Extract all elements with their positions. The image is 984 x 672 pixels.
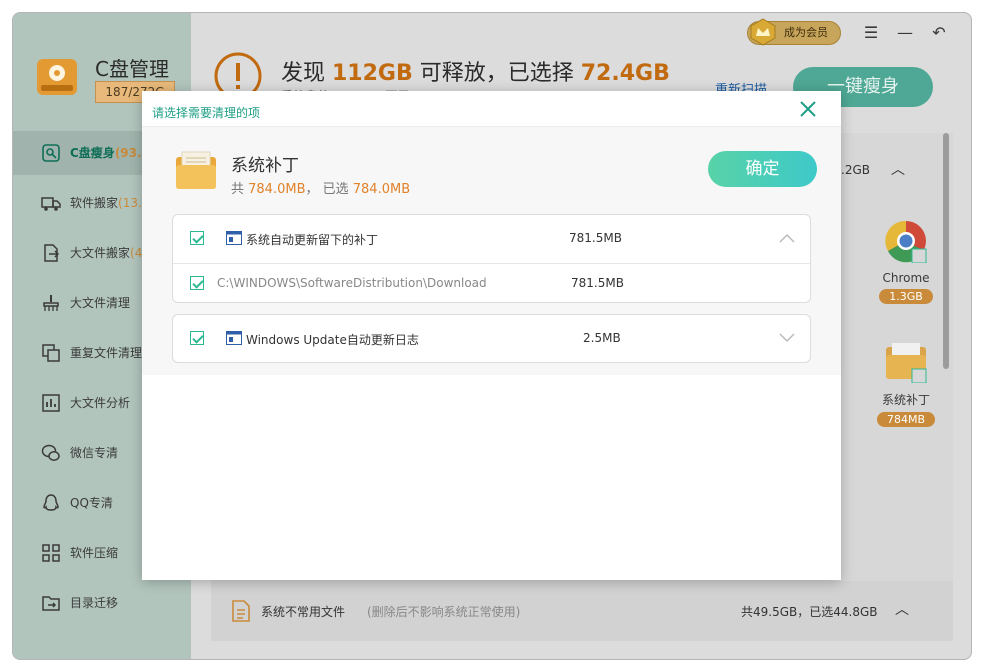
minimize-icon[interactable]: — (893, 21, 917, 45)
dialog-header: 请选择需要清理的项 (142, 91, 841, 127)
group-header-row[interactable]: Windows Update自动更新日志 2.5MB (173, 315, 810, 363)
document-icon (232, 600, 250, 622)
crown-icon (750, 18, 776, 46)
app-size-badge: 1.3GB (879, 289, 933, 304)
sidebar-item-label: 大文件清理 (70, 296, 131, 310)
group-size: 2.5MB (583, 331, 621, 345)
wechat-icon (41, 444, 60, 461)
row-summary: 共49.5GB，已选44.8GB (741, 605, 878, 619)
scan-headline: 发现 112GB 可释放，已选择 72.4GB (281, 61, 670, 86)
patch-summary: 共 784.0MB， 已选 784.0MB (231, 182, 411, 197)
path-size: 781.5MB (571, 276, 624, 290)
brush-icon (43, 295, 59, 311)
group-header-row[interactable]: 系统自动更新留下的补丁 781.5MB (173, 215, 810, 263)
window-icon (226, 331, 242, 345)
sidebar-item-label: 大文件搬家 (70, 246, 131, 260)
back-icon[interactable]: ↶ (927, 21, 951, 45)
row-note: (删除后不影响系统正常使用) (367, 605, 521, 619)
sidebar-item-label: 软件搬家 (70, 196, 119, 210)
checkbox[interactable] (190, 276, 204, 290)
unused-files-row[interactable]: 系统不常用文件 (删除后不影响系统正常使用) 共49.5GB，已选44.8GB … (211, 581, 953, 641)
copy-icon (42, 344, 60, 362)
row-title: 系统不常用文件 (261, 605, 346, 619)
sidebar-item-label: 微信专清 (70, 446, 119, 460)
chevron-down-icon[interactable] (779, 333, 795, 343)
folder-move-icon (42, 596, 60, 611)
app-name: Chrome (882, 271, 930, 285)
app-title: C盘管理 (95, 57, 169, 81)
app-size-badge: 784MB (876, 412, 936, 427)
total-size: 784.0MB (248, 182, 306, 197)
bar-chart-icon (42, 394, 60, 412)
app-card-patch[interactable]: 系统补丁 784MB (871, 339, 941, 427)
collapse-chevron-icon[interactable]: ︿ (891, 159, 905, 179)
selected-size: 784.0MB (352, 182, 411, 197)
patch-folder-icon (176, 151, 216, 189)
apps-grid-icon (42, 544, 60, 562)
qq-penguin-icon (43, 494, 59, 511)
checkbox[interactable] (190, 231, 204, 245)
group-label: Windows Update自动更新日志 (246, 333, 419, 347)
scrollbar[interactable] (943, 133, 949, 369)
broom-icon (42, 144, 60, 162)
patch-title: 系统补丁 (231, 156, 299, 176)
path-row[interactable]: C:\WINDOWS\SoftwareDistribution\Download… (173, 263, 810, 303)
group-label: 系统自动更新留下的补丁 (246, 233, 379, 247)
sidebar-item-label: C盘瘦身 (70, 146, 115, 160)
sidebar-item-dir-migrate[interactable]: 目录迁移 (13, 581, 191, 625)
group-windows-update-log: Windows Update自动更新日志 2.5MB (172, 314, 811, 363)
group-size-hint: .2GB (841, 163, 870, 177)
group-auto-update-patches: 系统自动更新留下的补丁 781.5MB C:\WINDOWS\SoftwareD… (172, 214, 811, 303)
patch-folder-icon (886, 343, 927, 384)
collapse-chevron-icon[interactable]: ︿ (895, 599, 909, 619)
sidebar-item-label: 大文件分析 (70, 396, 131, 410)
dialog-title: 请选择需要清理的项 (152, 106, 261, 120)
app-card-chrome[interactable]: Chrome 1.3GB (871, 219, 941, 304)
close-icon[interactable] (798, 99, 818, 119)
app-name: 系统补丁 (881, 393, 930, 407)
sidebar-item-label: QQ专清 (70, 496, 113, 510)
truck-icon (41, 197, 61, 211)
file-export-icon (44, 244, 60, 262)
group-size: 781.5MB (569, 231, 622, 245)
sidebar-item-count: (4 (130, 246, 143, 260)
sidebar-item-label: 重复文件清理 (70, 346, 143, 360)
path-text: C:\WINDOWS\SoftwareDistribution\Download (217, 276, 487, 290)
found-size: 112GB (332, 61, 413, 86)
window-icon (226, 231, 242, 245)
select-items-dialog: 请选择需要清理的项 系统补丁 共 784.0MB， 已选 784.0MB 确定 … (142, 91, 841, 580)
selected-size: 72.4GB (580, 61, 670, 86)
disk-logo-icon (37, 59, 77, 95)
chrome-icon (885, 220, 927, 264)
sidebar-item-label: 软件压缩 (70, 546, 119, 560)
sidebar-item-label: 目录迁移 (70, 596, 119, 610)
menu-icon[interactable]: ☰ (859, 21, 883, 45)
confirm-button[interactable]: 确定 (708, 151, 817, 187)
chevron-up-icon[interactable] (779, 233, 795, 243)
checkbox[interactable] (190, 331, 204, 345)
